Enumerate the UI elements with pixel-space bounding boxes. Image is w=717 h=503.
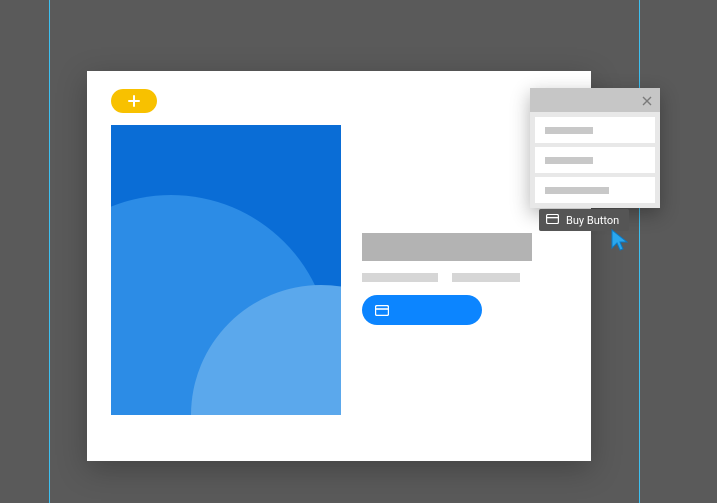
close-icon[interactable]	[642, 91, 652, 110]
card-icon	[546, 214, 559, 227]
design-canvas[interactable]	[87, 71, 591, 461]
buy-button[interactable]	[362, 295, 482, 325]
text-placeholder	[362, 273, 438, 282]
item-label-placeholder	[545, 187, 609, 194]
panel-item-list	[530, 112, 660, 208]
plus-icon	[128, 92, 140, 111]
panel-item[interactable]	[535, 177, 655, 203]
card-icon	[375, 301, 389, 320]
title-placeholder	[362, 233, 532, 261]
product-image-placeholder[interactable]	[111, 125, 341, 415]
panel-item[interactable]	[535, 147, 655, 173]
guide-line-left	[49, 0, 50, 503]
cursor-icon	[610, 228, 630, 254]
item-label-placeholder	[545, 157, 593, 164]
add-element-panel[interactable]	[530, 88, 660, 208]
guide-line-right	[639, 0, 640, 503]
add-button[interactable]	[111, 89, 157, 113]
text-placeholder	[452, 273, 520, 282]
panel-item[interactable]	[535, 117, 655, 143]
tooltip-label: Buy Button	[566, 214, 619, 227]
item-label-placeholder	[545, 127, 593, 134]
panel-header	[530, 88, 660, 112]
